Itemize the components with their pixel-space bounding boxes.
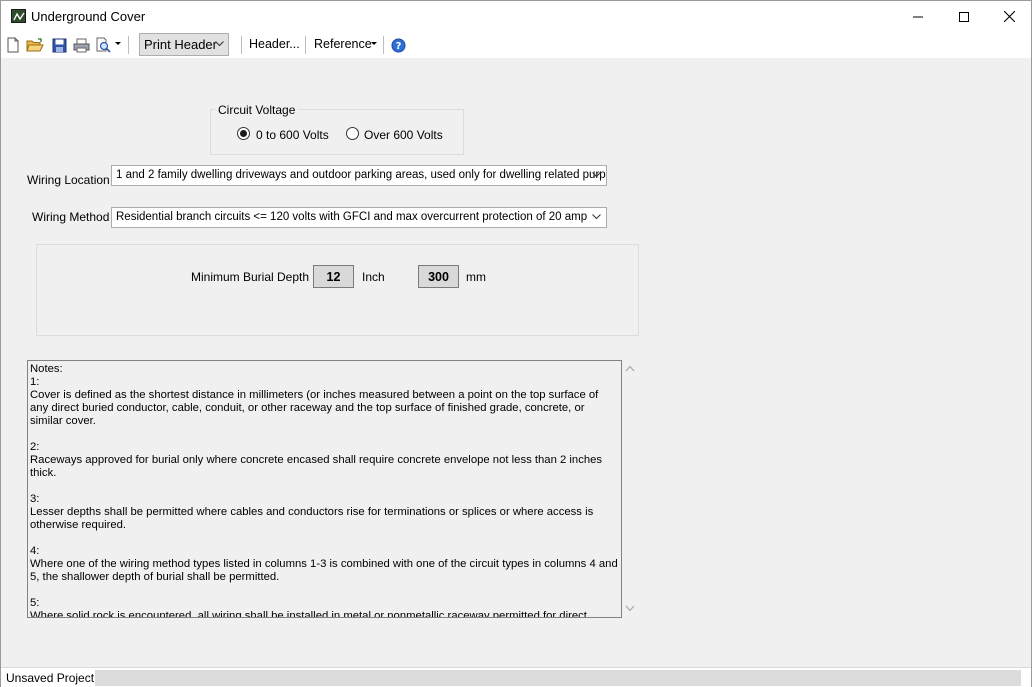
radio-0-to-600-volts-label[interactable]: 0 to 600 Volts: [256, 128, 329, 142]
maximize-icon: [959, 11, 969, 22]
wiring-location-label: Wiring Location: [27, 173, 110, 187]
save-icon[interactable]: [50, 36, 68, 54]
notes-heading: Notes:: [30, 363, 63, 375]
open-folder-icon[interactable]: [26, 36, 44, 54]
chevron-down-icon: [592, 214, 601, 220]
note-text: Where solid rock is encountered, all wir…: [30, 610, 587, 618]
note-text: Lesser depths shall be permitted where c…: [30, 506, 594, 531]
notes-textbox[interactable]: Notes: 1: Cover is defined as the shorte…: [27, 360, 622, 618]
burial-depth-mm-unit: mm: [466, 270, 486, 284]
close-button[interactable]: [986, 1, 1032, 32]
burial-depth-label: Minimum Burial Depth: [191, 270, 310, 284]
toolbar: Print Header Header... Reference ?: [1, 32, 1031, 58]
wiring-method-label: Wiring Method: [32, 210, 110, 224]
note-text: Cover is defined as the shortest distanc…: [30, 389, 599, 427]
note-number: 3:: [30, 493, 40, 505]
wiring-location-value: 1 and 2 family dwelling driveways and ou…: [116, 169, 607, 181]
circuit-voltage-legend: Circuit Voltage: [215, 103, 299, 117]
note-number: 2:: [30, 441, 40, 453]
print-preview-dropdown-arrow[interactable]: [115, 42, 121, 45]
app-window: Underground Cover Print Header Header...…: [0, 0, 1032, 687]
toolbar-separator: [241, 36, 242, 54]
radio-over-600-volts[interactable]: [346, 127, 359, 140]
toolbar-separator: [383, 36, 384, 54]
note-text: Raceways approved for burial only where …: [30, 454, 603, 479]
burial-depth-mm-value: 300: [418, 265, 459, 288]
wiring-method-value: Residential branch circuits <= 120 volts…: [116, 211, 588, 223]
status-field: [95, 670, 1021, 686]
burial-depth-inch-value: 12: [313, 265, 354, 288]
help-icon[interactable]: ?: [389, 36, 407, 54]
header-button[interactable]: Header...: [249, 37, 300, 51]
chevron-down-icon: [215, 41, 224, 47]
toolbar-separator: [128, 36, 129, 54]
radio-0-to-600-volts[interactable]: [237, 127, 250, 140]
scroll-up-arrow[interactable]: [625, 365, 635, 372]
close-icon: [1003, 11, 1015, 22]
note-number: 4:: [30, 545, 40, 557]
status-bar: Unsaved Project:: [1, 667, 1031, 687]
toolbar-separator: [305, 36, 306, 54]
minimize-button[interactable]: [895, 1, 941, 32]
reference-menu[interactable]: Reference: [314, 37, 372, 51]
status-label: Unsaved Project:: [6, 671, 98, 685]
reference-dropdown-arrow[interactable]: [371, 42, 377, 45]
svg-text:?: ?: [395, 41, 401, 52]
radio-over-600-volts-label[interactable]: Over 600 Volts: [364, 128, 443, 142]
window-title: Underground Cover: [31, 9, 146, 24]
print-header-combo[interactable]: Print Header: [139, 33, 229, 56]
new-file-icon[interactable]: [4, 36, 22, 54]
note-number: 1:: [30, 376, 40, 388]
print-icon[interactable]: [72, 36, 90, 54]
minimize-icon: [913, 16, 923, 17]
note-text: Where one of the wiring method types lis…: [30, 558, 618, 583]
note-number: 5:: [30, 597, 40, 609]
burial-depth-inch-unit: Inch: [362, 270, 385, 284]
burial-depth-panel: [36, 244, 639, 336]
chevron-down-icon: [592, 172, 601, 178]
wiring-location-select[interactable]: 1 and 2 family dwelling driveways and ou…: [111, 165, 607, 186]
print-preview-icon[interactable]: [94, 36, 112, 54]
print-header-combo-label: Print Header: [144, 37, 217, 52]
wiring-method-select[interactable]: Residential branch circuits <= 120 volts…: [111, 207, 607, 228]
scroll-down-arrow[interactable]: [625, 605, 635, 612]
maximize-button[interactable]: [941, 1, 987, 32]
app-icon: [11, 9, 26, 23]
title-bar: Underground Cover: [1, 1, 1031, 32]
